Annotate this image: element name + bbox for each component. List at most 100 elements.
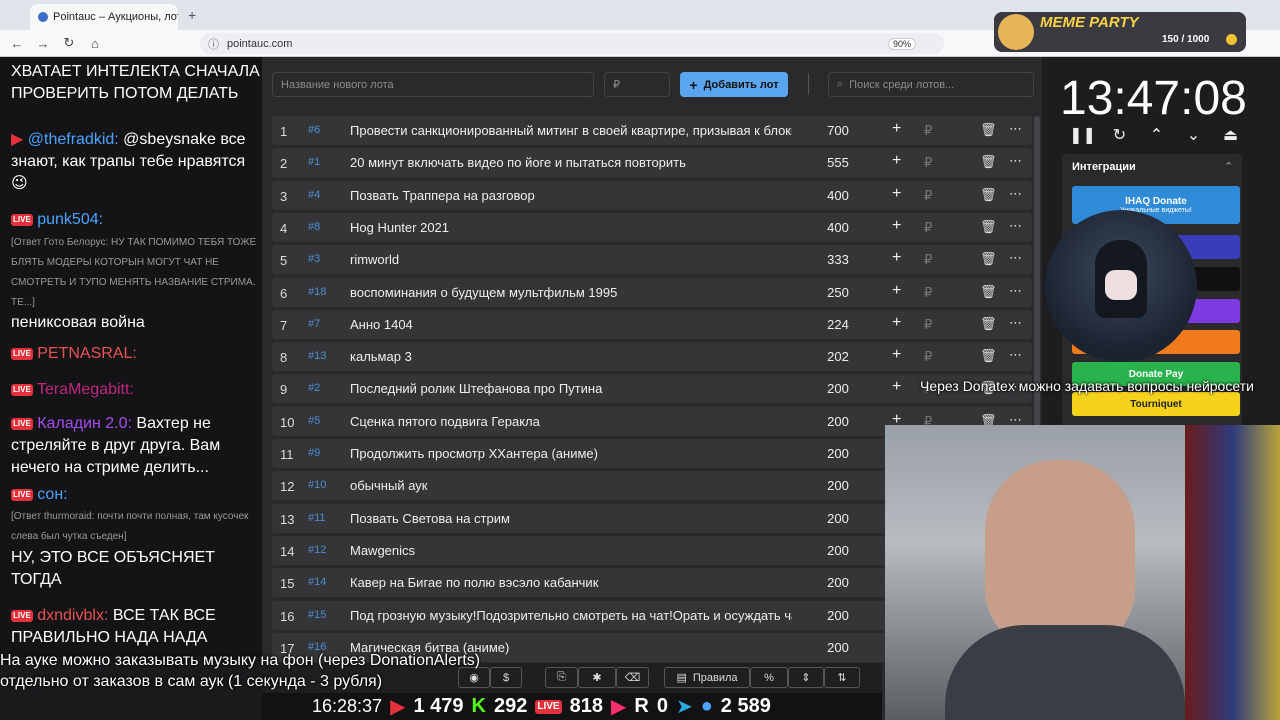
add-amount-icon[interactable]: + <box>892 185 901 203</box>
add-amount-icon[interactable]: + <box>892 346 901 364</box>
percent-icon[interactable]: % <box>750 667 788 688</box>
lot-row[interactable]: 7 #7 Анно 1404 224 + ₽ 🗑 ⋯ <box>272 309 1032 339</box>
lot-amount[interactable]: 333 <box>818 252 858 267</box>
lot-amount[interactable]: 200 <box>818 414 858 429</box>
collapse-icon[interactable]: ⏏ <box>1212 125 1249 145</box>
flag-background <box>1185 425 1280 720</box>
trash-icon[interactable]: 🗑 <box>980 284 997 300</box>
restart-icon[interactable]: ↻ <box>1101 125 1138 145</box>
more-icon[interactable]: ⋯ <box>1009 218 1022 234</box>
lot-row[interactable]: 3 #4 Позвать Траппера на разговор 400 + ₽ 🗑 ⋯ <box>272 180 1032 210</box>
more-icon[interactable]: ⋯ <box>1009 315 1022 331</box>
add-lot-button[interactable]: + Добавить лот <box>680 72 788 97</box>
timer-controls: ❚❚ ↻ ⌃ ⌄ ⏏ <box>1064 125 1249 145</box>
ruble-icon[interactable]: ₽ <box>924 317 932 333</box>
pause-icon[interactable]: ❚❚ <box>1064 125 1101 145</box>
site-info-icon[interactable]: ⓘ <box>208 36 219 52</box>
telegram-icon: ➤ <box>675 696 693 718</box>
add-amount-icon[interactable]: + <box>892 282 901 300</box>
more-icon[interactable]: ⋯ <box>1009 283 1022 299</box>
lot-row[interactable]: 6 #18 воспоминания о будущем мультфильм 19… <box>272 277 1032 307</box>
ruble-icon[interactable]: ₽ <box>924 155 932 171</box>
add-amount-icon[interactable]: + <box>892 249 901 267</box>
split-icon[interactable]: ⇕ <box>788 667 824 688</box>
ruble-icon[interactable]: ₽ <box>924 188 932 204</box>
trash-icon[interactable]: 🗑 <box>980 122 997 138</box>
trash-icon[interactable]: 🗑 <box>980 219 997 235</box>
add-amount-icon[interactable]: + <box>892 152 901 170</box>
lot-amount[interactable]: 200 <box>818 543 858 558</box>
chevron-down-icon[interactable]: ⌄ <box>1175 125 1212 145</box>
lot-amount[interactable]: 200 <box>818 478 858 493</box>
lot-amount[interactable]: 700 <box>818 123 858 138</box>
lot-amount[interactable]: 250 <box>818 285 858 300</box>
more-icon[interactable]: ⋯ <box>1009 121 1022 137</box>
more-icon[interactable]: ⋯ <box>1009 347 1022 363</box>
lot-row[interactable]: 9 #2 Последний ролик Штефанова про Путина 2… <box>272 374 1032 404</box>
trash-icon[interactable]: 🗑 <box>980 251 997 267</box>
forward-icon[interactable]: → <box>34 36 52 51</box>
lot-id: #14 <box>308 576 327 589</box>
more-icon[interactable]: ⋯ <box>1009 186 1022 202</box>
lot-amount[interactable]: 200 <box>818 640 858 655</box>
donate-icon[interactable]: $ <box>490 667 522 688</box>
reload-icon[interactable]: ↻ <box>60 35 78 51</box>
github-icon[interactable]: ◉ <box>458 667 490 688</box>
plus-icon: + <box>689 76 698 93</box>
ruble-icon[interactable]: ₽ <box>924 349 932 365</box>
ruble-icon[interactable]: ₽ <box>924 285 932 301</box>
add-amount-icon[interactable]: + <box>892 120 901 138</box>
site-favicon-icon <box>38 12 48 22</box>
bug-icon[interactable]: ✱ <box>578 667 616 688</box>
more-icon[interactable]: ⋯ <box>1009 250 1022 266</box>
lot-amount[interactable]: 400 <box>818 220 858 235</box>
lot-amount[interactable]: 555 <box>818 155 858 170</box>
tourniquet-button[interactable]: Tourniquet <box>1072 392 1240 416</box>
lot-amount[interactable]: 200 <box>818 608 858 623</box>
lot-amount[interactable]: 200 <box>818 575 858 590</box>
lot-row[interactable]: 1 #6 Провести санкционированный митинг в с… <box>272 116 1032 145</box>
back-icon[interactable]: ← <box>8 36 26 51</box>
add-amount-icon[interactable]: + <box>892 217 901 235</box>
add-amount-icon[interactable]: + <box>892 378 901 396</box>
lot-amount[interactable]: 200 <box>818 446 858 461</box>
home-icon[interactable]: ⌂ <box>86 36 104 51</box>
lot-amount[interactable]: 200 <box>818 511 858 526</box>
browser-tab[interactable]: Pointauc – Аукционы, лотереи ✕ <box>30 4 178 30</box>
lot-amount[interactable]: 200 <box>818 381 858 396</box>
lot-row[interactable]: 4 #8 Hog Hunter 2021 400 + ₽ 🗑 ⋯ <box>272 212 1032 242</box>
sort-icon[interactable]: ⇅ <box>824 667 860 688</box>
lot-amount[interactable]: 224 <box>818 317 858 332</box>
search-input[interactable]: ⌕ Поиск среди лотов... <box>828 72 1034 97</box>
lot-amount[interactable]: 202 <box>818 349 858 364</box>
lot-row[interactable]: 8 #13 кальмар 3 202 + ₽ 🗑 ⋯ <box>272 342 1032 372</box>
save-icon[interactable]: ⎘ <box>545 667 578 688</box>
lot-row[interactable]: 5 #3 rimworld 333 + ₽ 🗑 ⋯ <box>272 245 1032 275</box>
lot-amount[interactable]: 400 <box>818 188 858 203</box>
lot-name: rimworld <box>350 252 400 268</box>
auction-timer: 13:47:08 <box>1060 72 1247 125</box>
url-field[interactable]: ⓘ pointauc.com 90% <box>200 33 944 54</box>
amount-input[interactable]: ₽ <box>604 72 670 97</box>
trash-icon[interactable]: 🗑 <box>980 154 997 170</box>
rules-button[interactable]: ▤ Правила <box>664 667 750 688</box>
integrations-title: Интеграции <box>1072 161 1136 173</box>
add-amount-icon[interactable]: + <box>892 314 901 332</box>
chevron-up-icon[interactable]: ⌃ <box>1138 125 1175 145</box>
zoom-level[interactable]: 90% <box>887 37 916 50</box>
trash-icon[interactable]: 🗑 <box>980 316 997 332</box>
chevron-up-icon[interactable]: ⌃ <box>1224 160 1233 173</box>
coin-icon <box>1226 34 1237 45</box>
trash-icon[interactable]: 🗑 <box>980 348 997 364</box>
new-lot-input[interactable]: Название нового лота <box>272 72 594 97</box>
ruble-icon[interactable]: ₽ <box>924 220 932 236</box>
delete-all-icon[interactable]: ⌫ <box>616 667 649 688</box>
ruble-icon[interactable]: ₽ <box>924 123 932 139</box>
new-tab-icon[interactable]: + <box>188 7 196 23</box>
lot-row[interactable]: 2 #1 20 минут включать видео по йоге и пыт… <box>272 148 1032 178</box>
ruble-icon[interactable]: ₽ <box>924 252 932 268</box>
add-lot-label: Добавить лот <box>703 78 779 91</box>
trash-icon[interactable]: 🗑 <box>980 187 997 203</box>
more-icon[interactable]: ⋯ <box>1009 153 1022 169</box>
rutube-icon: R <box>634 695 649 717</box>
